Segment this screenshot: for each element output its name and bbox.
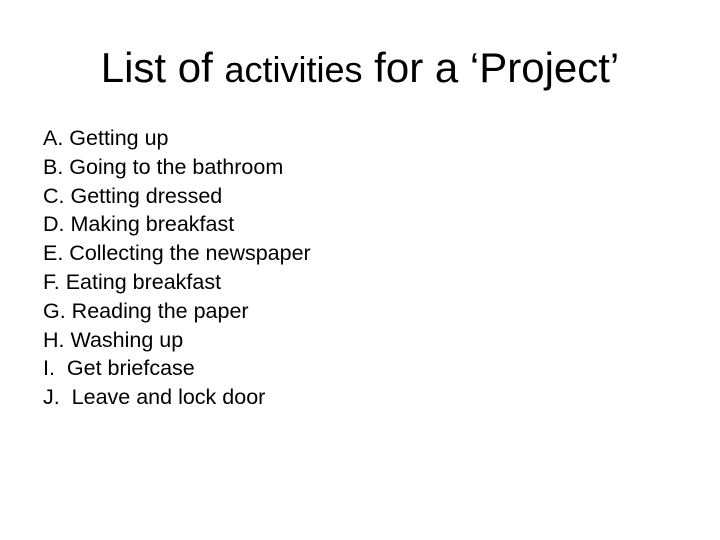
list-item: A. Getting up (43, 126, 169, 150)
list-item: B. Going to the bathroom (43, 154, 284, 179)
list-item: J. Leave and lock door (43, 385, 266, 410)
list-item: F. Eating breakfast (43, 269, 222, 294)
list-item: E. Collecting the newspaper (43, 241, 311, 266)
list-item: D. Making breakfast (43, 212, 235, 237)
title-part-3: for a ‘Project’ (362, 44, 620, 91)
list-item: H. Washing up (43, 327, 184, 352)
list-item: G. Reading the paper (43, 298, 249, 323)
slide: List of activities for a ‘Project’ A. Ge… (0, 0, 720, 540)
list-item: I. Get briefcase (43, 356, 195, 381)
slide-title: List of activities for a ‘Project’ (0, 40, 720, 98)
title-part-1: List of (100, 44, 225, 91)
list-item: C. Getting dressed (43, 183, 223, 208)
title-part-2: activities (224, 49, 363, 90)
activity-list: A. Getting up B. Going to the bathroom C… (43, 124, 311, 412)
